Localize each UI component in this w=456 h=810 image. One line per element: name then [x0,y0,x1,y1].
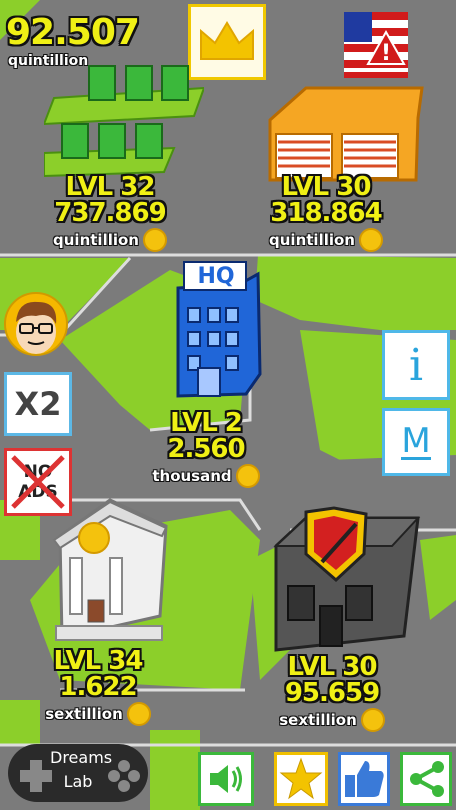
building-level: LVL 30 [287,652,378,682]
building-label-1: LVL 32 737.869 quintillion [50,174,170,252]
warehouse-building[interactable] [266,84,426,184]
share-icon [410,761,444,797]
police-building[interactable] [272,506,422,656]
building-value: 318.864 [270,198,382,228]
building-value: 95.659 [284,678,380,708]
balance-value: 92.507 [6,12,140,53]
coin-icon [358,228,383,252]
stats-button[interactable]: M [382,408,450,476]
speaker-icon [210,765,242,793]
like-button[interactable] [338,752,390,806]
coin-icon [142,228,167,252]
building-unit: thousand [152,466,232,485]
thumbs-up-icon [345,761,384,797]
x2-label: X2 [14,385,62,423]
share-button[interactable] [400,752,452,806]
coin-icon [126,702,151,726]
crown-icon [200,21,254,60]
info-button[interactable]: i [382,330,450,400]
language-flag-button[interactable]: ! [344,12,408,78]
building-level: LVL 30 [281,172,372,202]
gamepad-dpad-icon [20,760,52,792]
info-icon: i [408,339,424,391]
avatar-button[interactable] [4,292,68,356]
building-level: LVL 2 [170,408,243,438]
us-flag-icon: ! [344,12,408,78]
building-label-4: LVL 34 1.622 sextillion [38,648,158,726]
building-label-5: LVL 30 95.659 sextillion [272,654,392,732]
building-level: LVL 32 [65,172,156,202]
stats-icon: M [401,420,431,461]
dreams-lab-line1: Dreams [50,748,113,767]
avatar-face-icon [16,301,57,354]
no-ads-button[interactable]: NO ADS [4,448,72,516]
hq-building[interactable]: HQ [170,258,270,408]
building-value: 2.560 [167,434,245,464]
building-value: 737.869 [54,198,166,228]
sound-button[interactable] [198,752,254,806]
building-value: 1.622 [59,672,137,702]
building-unit: sextillion [45,704,123,723]
building-label-2: LVL 30 318.864 quintillion [266,174,386,252]
svg-text:!: ! [381,41,391,66]
no-ads-cross-icon [11,455,65,509]
building-label-3: LVL 2 2.560 thousand [146,410,266,488]
star-icon [279,757,323,800]
dreams-lab-line2: Lab [63,772,93,791]
hq-sign: HQ [197,264,235,289]
coin-icon [360,708,385,732]
dreams-lab-button[interactable]: Dreams Lab [8,744,148,802]
building-unit: quintillion [269,230,355,249]
rate-star-button[interactable] [274,752,328,806]
bank-building[interactable] [50,496,170,646]
coin-icon [235,464,260,488]
x2-multiplier-button[interactable]: X2 [4,372,72,436]
gas-station-building[interactable] [44,58,204,178]
building-unit: sextillion [279,710,357,729]
building-level: LVL 34 [53,646,144,676]
building-unit: quintillion [53,230,139,249]
